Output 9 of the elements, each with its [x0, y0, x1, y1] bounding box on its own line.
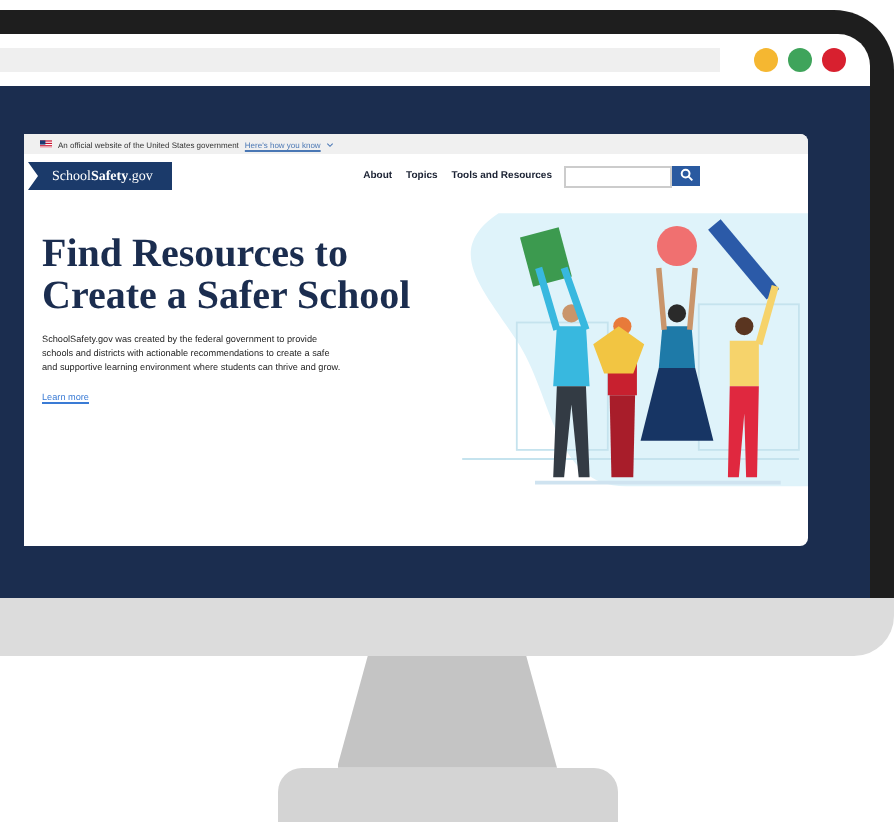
- window-control-dot[interactable]: [788, 48, 812, 72]
- search-icon: [679, 168, 693, 182]
- flag-icon: [40, 140, 52, 148]
- chevron-icon: [326, 141, 335, 147]
- search-button[interactable]: [672, 165, 700, 185]
- search-field[interactable]: [564, 165, 672, 187]
- hero-title: Find Resources to Create a Safer School: [42, 234, 413, 318]
- window-control-dot[interactable]: [822, 48, 846, 72]
- window-control-dot[interactable]: [754, 48, 778, 72]
